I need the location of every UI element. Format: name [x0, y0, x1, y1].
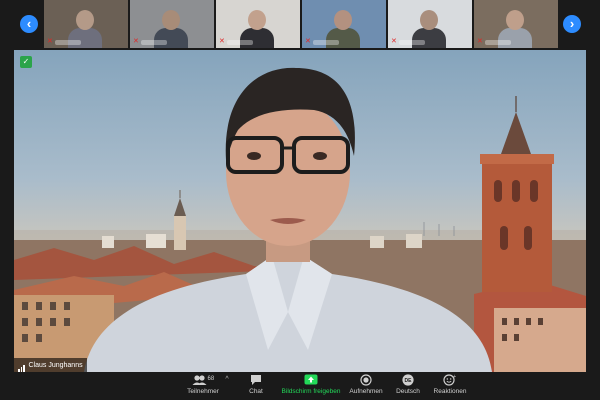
- mic-muted-icon: ✕: [219, 38, 225, 45]
- participant-thumbnail[interactable]: ✕: [388, 0, 472, 48]
- previous-page-button[interactable]: ‹: [20, 15, 38, 33]
- participants-count: 68: [208, 376, 215, 382]
- language-interpretation-button[interactable]: DE Deutsch: [392, 374, 424, 395]
- participant-name-blurred: [141, 40, 167, 45]
- language-label: Deutsch: [396, 388, 420, 395]
- participants-options-chevron[interactable]: ^: [222, 376, 232, 383]
- chat-label: Chat: [249, 388, 263, 395]
- share-screen-label: Bildschirm freigeben: [281, 388, 341, 395]
- participant-thumbnail[interactable]: ✕: [216, 0, 300, 48]
- mic-muted-icon: ✕: [133, 38, 139, 45]
- video-scene: [14, 67, 586, 372]
- chat-button[interactable]: Chat: [242, 374, 270, 395]
- mic-muted-icon: ✕: [47, 38, 53, 45]
- participant-name-blurred: [399, 40, 425, 45]
- share-screen-icon: [280, 374, 342, 386]
- participant-name-blurred: [313, 40, 339, 45]
- participant-name-blurred: [227, 40, 253, 45]
- participant-name-blurred: [485, 40, 511, 45]
- reactions-label: Reaktionen: [433, 388, 467, 395]
- participants-icon: 68: [185, 374, 221, 386]
- participant-thumbnail[interactable]: ✕: [44, 0, 128, 48]
- language-code: DE: [405, 378, 413, 384]
- mic-muted-icon: ✕: [391, 38, 397, 45]
- record-label: Aufnehmen: [349, 388, 383, 395]
- share-screen-button[interactable]: Bildschirm freigeben: [280, 374, 342, 395]
- participant-thumbnail[interactable]: ✕: [302, 0, 386, 48]
- participant-name-blurred: [55, 40, 81, 45]
- participant-name-tag: Claus Junghanns: [14, 358, 87, 372]
- meeting-toolbar: 68 Teilnehmer ^ Chat Bildschirm freigebe…: [0, 372, 600, 400]
- chevron-up-icon: ^: [225, 376, 229, 383]
- participant-name: Claus Junghanns: [28, 361, 83, 369]
- mic-muted-icon: ✕: [305, 38, 311, 45]
- participant-strip: ‹ ✕ ✕ ✕ ✕ ✕ ✕ ›: [0, 0, 600, 50]
- signal-strength-icon: [18, 358, 26, 372]
- record-icon: [346, 374, 386, 386]
- participant-thumbnail[interactable]: ✕: [130, 0, 214, 48]
- participants-button[interactable]: 68 Teilnehmer: [185, 374, 221, 395]
- reactions-button[interactable]: + Reaktionen: [430, 374, 470, 395]
- encryption-shield-icon[interactable]: ✓: [20, 56, 32, 68]
- next-page-button[interactable]: ›: [563, 15, 581, 33]
- smiley-plus-icon: +: [430, 374, 470, 386]
- record-button[interactable]: Aufnehmen: [346, 374, 386, 395]
- active-speaker-video: ✓ Claus Junghanns: [14, 50, 586, 372]
- mic-muted-icon: ✕: [477, 38, 483, 45]
- participant-thumbnail[interactable]: ✕: [474, 0, 558, 48]
- chat-icon: [242, 374, 270, 386]
- globe-language-icon: DE: [392, 374, 424, 386]
- svg-text:+: +: [453, 374, 456, 380]
- participants-label: Teilnehmer: [187, 388, 219, 395]
